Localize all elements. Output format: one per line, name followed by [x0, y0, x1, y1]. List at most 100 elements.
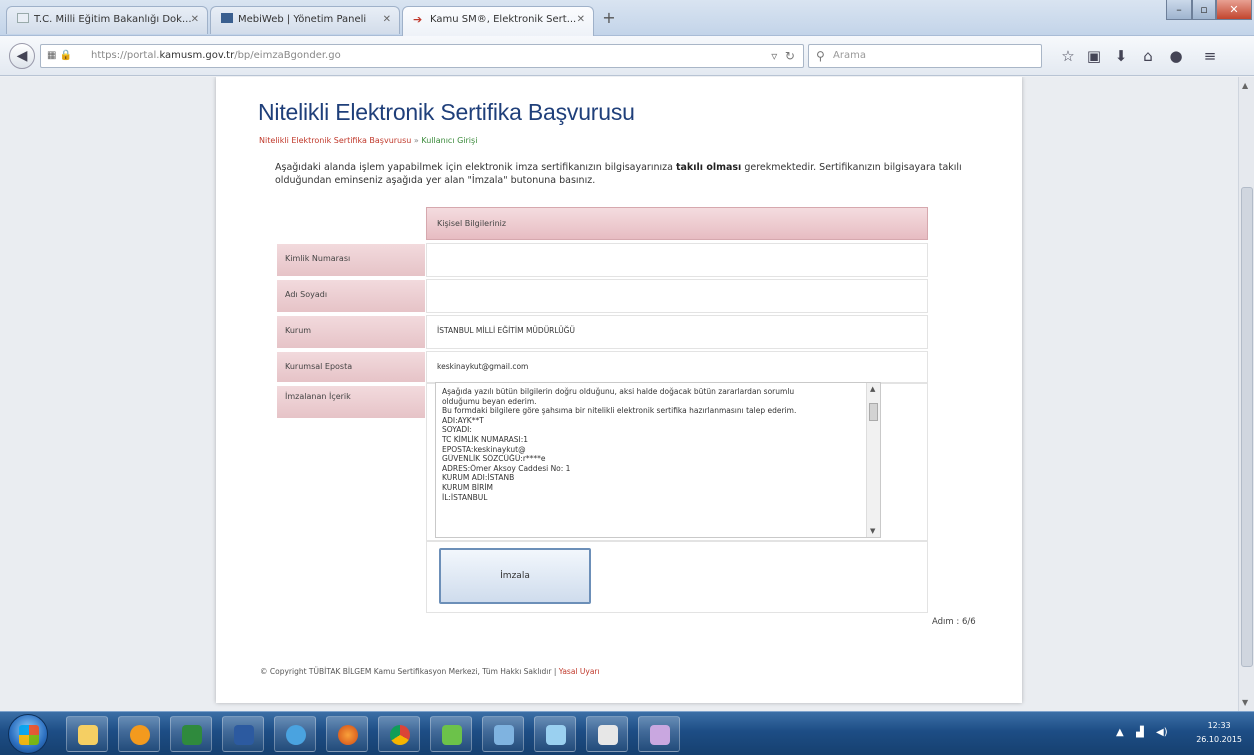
search-icon: ⚲: [816, 49, 825, 63]
taskbar-word[interactable]: [222, 716, 264, 752]
home-icon[interactable]: ⌂: [1138, 46, 1158, 66]
start-button[interactable]: [8, 714, 48, 754]
signed-content-line: SOYADI:: [442, 425, 472, 435]
new-tab-button[interactable]: +: [598, 9, 620, 29]
address-bar[interactable]: ▦ 🔒 https://portal.kamusm.gov.tr/bp/eimz…: [40, 44, 804, 68]
sign-button-cell: İmzala: [426, 541, 928, 613]
close-icon[interactable]: ✕: [191, 7, 199, 33]
close-icon[interactable]: ✕: [383, 7, 391, 33]
copyright-text: © Copyright TÜBİTAK BİLGEM Kamu Sertifik…: [260, 667, 552, 676]
chat-icon[interactable]: ●: [1166, 46, 1186, 66]
scroll-up-icon[interactable]: ▲: [870, 385, 875, 393]
taskbar-notepad[interactable]: [534, 716, 576, 752]
taskbar-chrome[interactable]: [378, 716, 420, 752]
taskbar-firefox[interactable]: [326, 716, 368, 752]
url-prefix: https://portal.: [91, 50, 160, 61]
search-input[interactable]: ⚲ Arama: [808, 44, 1042, 68]
taskbar-explorer[interactable]: [66, 716, 108, 752]
taskbar-excel[interactable]: [170, 716, 212, 752]
value-institution: İSTANBUL MİLLİ EĞİTİM MÜDÜRLÜĞÜ: [426, 315, 928, 349]
taskbar-outlook[interactable]: [118, 716, 160, 752]
scroll-up-icon[interactable]: ▲: [1242, 81, 1248, 90]
internet-explorer-icon: [286, 725, 306, 745]
taskbar-messenger[interactable]: [430, 716, 472, 752]
page-viewport: Nitelikli Elektronik Sertifika Başvurusu…: [0, 77, 1238, 711]
label-institution: Kurum: [276, 315, 426, 349]
tab-kamusm[interactable]: ➔ Kamu SM®, Elektronik Sert... ✕: [402, 6, 594, 36]
search-placeholder: Arama: [833, 50, 866, 61]
minimize-button[interactable]: –: [1166, 0, 1192, 20]
messenger-icon: [442, 725, 462, 745]
network-icon: [494, 725, 514, 745]
network-status-icon[interactable]: ▟: [1136, 727, 1144, 738]
volume-icon[interactable]: ◀): [1156, 727, 1168, 738]
value-institutional-email: keskinaykut@gmail.com: [426, 351, 928, 383]
signed-content-line: GÜVENLİK SÖZCÜĞÜ:r****e: [442, 454, 546, 464]
page-scrollbar[interactable]: ▲ ▼: [1238, 77, 1254, 711]
menu-icon[interactable]: ≡: [1200, 46, 1220, 66]
page-scroll-thumb[interactable]: [1241, 187, 1253, 667]
tab-label: Kamu SM®, Elektronik Sert...: [430, 14, 577, 25]
back-button[interactable]: ◀: [9, 43, 35, 69]
form-header: Kişisel Bilgileriniz: [426, 207, 928, 240]
content-panel: Nitelikli Elektronik Sertifika Başvurusu…: [216, 77, 1022, 703]
url-domain: kamusm.gov.tr: [159, 50, 235, 61]
scroll-down-icon[interactable]: ▼: [870, 527, 875, 535]
url-path: /bp/eimzaBgonder.go: [234, 50, 341, 61]
window-close-button[interactable]: ✕: [1216, 0, 1252, 20]
clock-time: 12:33: [1207, 721, 1231, 730]
textarea-scrollbar[interactable]: ▲ ▼: [866, 383, 880, 537]
lock-icon: ▦ 🔒: [47, 50, 73, 61]
signed-content-line: olduğumu beyan ederim.: [442, 396, 537, 406]
signed-content-line: İL:İSTANBUL: [442, 492, 488, 502]
back-arrow-icon: ◀: [16, 48, 28, 64]
signed-content-line: Aşağıda yazılı bütün bilgilerin doğru ol…: [442, 387, 795, 396]
taskbar-java[interactable]: [586, 716, 628, 752]
taskbar-paint[interactable]: [638, 716, 680, 752]
label-institutional-email: Kurumsal Eposta: [276, 351, 426, 383]
taskbar-network[interactable]: [482, 716, 524, 752]
browser-title-bar: T.C. Milli Eğitim Bakanlığı Dok... ✕ Meb…: [0, 0, 1254, 36]
signed-content-textarea[interactable]: Aşağıda yazılı bütün bilgilerin doğru ol…: [435, 382, 881, 538]
kamusm-logo-icon: ➔: [413, 13, 423, 26]
page-icon: [17, 13, 29, 23]
download-icon[interactable]: ⬇: [1111, 46, 1131, 66]
outlook-icon: [130, 725, 150, 745]
reading-list-icon[interactable]: ▣: [1084, 46, 1104, 66]
breadcrumb-current: Kullanıcı Girişi: [421, 136, 478, 145]
signed-content-line: EPOSTA:keskinaykut@: [442, 444, 526, 454]
breadcrumb: Nitelikli Elektronik Sertifika Başvurusu…: [259, 136, 477, 145]
page-title: Nitelikli Elektronik Sertifika Başvurusu: [258, 99, 635, 125]
java-icon: [598, 725, 618, 745]
reload-icon[interactable]: ▿ ↻: [771, 45, 795, 67]
value-identity-number: [426, 243, 928, 277]
legal-notice-link[interactable]: Yasal Uyarı: [559, 667, 600, 676]
signed-content-line: KURUM BİRİM: [442, 482, 494, 492]
signed-content-line: TC KİMLİK NUMARASI:1: [442, 434, 529, 444]
navigation-bar: ◀ ▦ 🔒 https://portal.kamusm.gov.tr/bp/ei…: [0, 36, 1254, 76]
bookmark-star-icon[interactable]: ☆: [1058, 46, 1078, 66]
signed-content-line: Bu formdaki bilgilere göre şahsıma bir n…: [442, 406, 797, 416]
show-hidden-icons-icon[interactable]: ▲: [1116, 727, 1124, 738]
clock[interactable]: 12:33 26.10.2015: [1196, 719, 1242, 747]
tab-meb-documents[interactable]: T.C. Milli Eğitim Bakanlığı Dok... ✕: [6, 6, 208, 34]
value-full-name: [426, 279, 928, 313]
tab-label: MebiWeb | Yönetim Paneli: [238, 14, 367, 25]
chrome-icon: [390, 725, 410, 745]
tab-mebiweb[interactable]: MebiWeb | Yönetim Paneli ✕: [210, 6, 400, 34]
breadcrumb-separator: »: [413, 136, 419, 145]
scroll-down-icon[interactable]: ▼: [1242, 698, 1248, 707]
intro-text: Aşağıdaki alanda işlem yapabilmek için e…: [275, 161, 995, 187]
textarea-scroll-thumb[interactable]: [869, 403, 878, 421]
label-full-name: Adı Soyadı: [276, 279, 426, 313]
maximize-button[interactable]: ▫: [1192, 0, 1216, 20]
firefox-icon: [338, 725, 358, 745]
sign-button[interactable]: İmzala: [439, 548, 591, 604]
breadcrumb-link[interactable]: Nitelikli Elektronik Sertifika Başvurusu: [259, 136, 411, 145]
close-icon[interactable]: ✕: [577, 7, 585, 33]
signed-content-line: ADRES:Ömer Aksoy Caddesi No: 1: [442, 463, 571, 473]
windows-logo-icon: [19, 725, 39, 745]
step-indicator: Adım : 6/6: [932, 617, 976, 627]
footer: © Copyright TÜBİTAK BİLGEM Kamu Sertifik…: [260, 667, 600, 676]
taskbar-internet-explorer[interactable]: [274, 716, 316, 752]
